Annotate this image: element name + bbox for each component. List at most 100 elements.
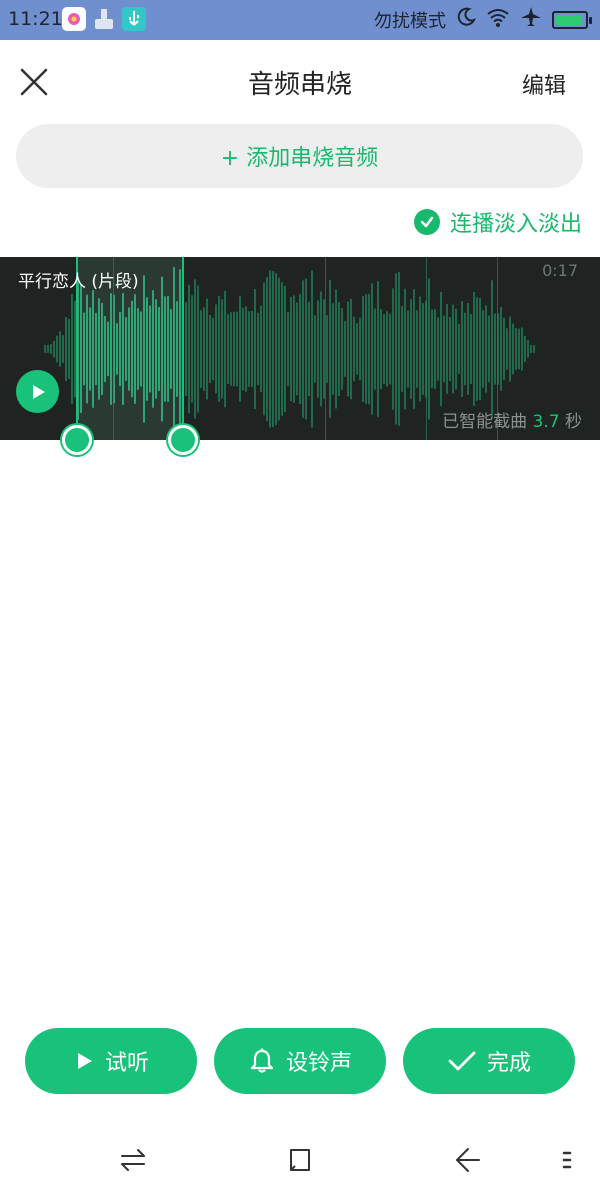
waveform-bar (383, 314, 385, 384)
waveform-bar (386, 311, 388, 387)
smart-cut-value: 3.7 (532, 412, 560, 432)
waveform-bar (122, 293, 124, 405)
waveform-bar (506, 328, 508, 370)
waveform-bar (230, 312, 232, 386)
waveform-bar (353, 316, 355, 382)
audio-track[interactable]: 平行恋人 (片段) 0:17 已智能截曲 3.7 秒 (0, 257, 600, 455)
waveform-bar (443, 315, 445, 383)
waveform-bar (239, 296, 241, 402)
waveform-bar (158, 307, 160, 391)
system-nav-bar (0, 1130, 600, 1190)
waveform-bar (431, 309, 433, 389)
waveform-bar (485, 305, 487, 393)
waveform-bar (140, 311, 142, 387)
waveform-bar (296, 302, 298, 396)
waveform-bar (266, 277, 268, 421)
waveform-bar (299, 294, 301, 404)
track-play-button[interactable] (16, 370, 59, 413)
waveform-bar (137, 308, 139, 390)
waveform-bar (494, 313, 496, 385)
waveform-bar (428, 278, 430, 420)
waveform-bar (89, 307, 91, 391)
menu-icon[interactable] (558, 1145, 588, 1175)
check-icon (413, 209, 440, 235)
waveform-bar (95, 312, 97, 386)
waveform-bar (206, 298, 208, 400)
waveform-bar (221, 299, 223, 399)
track-name: 平行恋人 (片段) (18, 272, 139, 292)
waveform-bar (290, 296, 292, 402)
waveform-bar (518, 328, 520, 370)
waveform-bar (326, 315, 328, 383)
waveform-bar (404, 288, 406, 410)
waveform-bar (56, 335, 58, 363)
waveform-bar (521, 327, 523, 371)
battery-icon (552, 10, 592, 29)
waveform-bar (62, 335, 64, 363)
moon-icon (456, 7, 477, 32)
waveform-bar (305, 278, 307, 420)
waveform-bar (245, 306, 247, 392)
fade-toggle[interactable]: 连播淡入淡出 (413, 206, 582, 238)
waveform-bar (47, 345, 49, 353)
trim-start-handle[interactable] (62, 425, 92, 455)
waveform-bar (209, 314, 211, 384)
waveform-bar (434, 309, 436, 389)
action-bar: 试听 设铃声 完成 (0, 1028, 600, 1094)
waveform-bar (323, 299, 325, 399)
waveform-bar (152, 290, 154, 408)
waveform-bar (338, 301, 340, 397)
waveform-bar (215, 304, 217, 394)
waveform-bar (374, 308, 376, 390)
waveform-bar (212, 317, 214, 381)
waveform-bar (302, 280, 304, 418)
waveform-bar (317, 300, 319, 398)
back-icon[interactable] (452, 1145, 482, 1175)
preview-button[interactable]: 试听 (25, 1028, 197, 1094)
waveform-bar (179, 269, 181, 429)
waveform-bar (389, 313, 391, 385)
waveform-bar (74, 300, 76, 398)
waveform-bar (344, 321, 346, 377)
waveform-bar (218, 296, 220, 402)
waveform-bar (50, 344, 52, 354)
waveform-bar (44, 345, 46, 353)
set-ringtone-label: 设铃声 (285, 1051, 352, 1076)
waveform-bar (125, 317, 127, 381)
done-button[interactable]: 完成 (403, 1028, 575, 1094)
waveform-bar (71, 293, 73, 405)
waveform-bar (197, 285, 199, 413)
fade-toggle-label: 连播淡入淡出 (449, 212, 582, 237)
waveform-bar (467, 303, 469, 395)
waveform-bar (464, 312, 466, 386)
switch-icon[interactable] (118, 1145, 148, 1175)
edit-button[interactable]: 编辑 (522, 68, 566, 100)
waveform-bar (524, 335, 526, 363)
waveform-bar (278, 277, 280, 421)
waveform-bar (455, 308, 457, 390)
waveform-bar (350, 298, 352, 400)
waveform-bar (308, 301, 310, 397)
waveform-bar (275, 273, 277, 425)
trim-end-handle[interactable] (168, 425, 198, 455)
waveform-bar (83, 312, 85, 386)
waveform-bar (119, 311, 121, 387)
waveform-bar (161, 276, 163, 422)
waveform-bar (413, 289, 415, 409)
waveform-bar (164, 296, 166, 402)
preview-label: 试听 (104, 1051, 149, 1076)
smart-cut-unit: 秒 (565, 412, 582, 432)
smart-cut-info: 已智能截曲 3.7 秒 (442, 407, 582, 432)
beat-marker (426, 257, 427, 440)
airplane-icon (520, 6, 542, 33)
waveform-bar (92, 290, 94, 408)
waveform-bar (68, 318, 70, 380)
waveform-bar (188, 284, 190, 414)
home-icon[interactable] (285, 1145, 315, 1175)
set-ringtone-button[interactable]: 设铃声 (214, 1028, 386, 1094)
done-label: 完成 (486, 1051, 531, 1076)
waveform-bar (242, 307, 244, 391)
add-audio-button[interactable]: + 添加串烧音频 (16, 124, 583, 188)
smart-cut-prefix: 已智能截曲 (442, 412, 528, 432)
waveform-bar (59, 331, 61, 367)
